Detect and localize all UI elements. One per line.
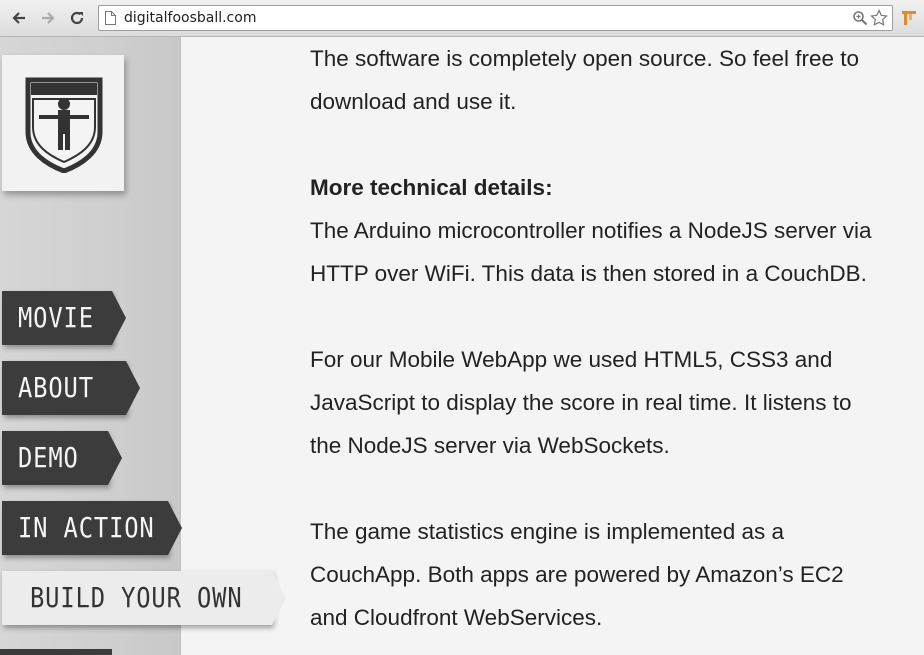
back-arrow-icon[interactable] [9,8,29,28]
extension-icon[interactable] [900,9,918,27]
nav-item-label: ABOUT [18,371,94,404]
nav-item-about[interactable]: ABOUT [2,361,140,415]
nav-item-movie[interactable]: MOVIE [2,291,126,345]
nav-item-label: IN ACTION [18,511,155,544]
nav-arrow-tip [112,291,126,345]
nav-item-label: DEMO [18,441,79,474]
paragraph-line: and Cloudfront WebServices. [310,605,603,630]
forward-arrow-icon[interactable] [38,8,58,28]
nav-item-build-your-own[interactable]: BUILD YOUR OWN [2,571,286,625]
paragraph-line: The software is completely open source. … [310,46,860,71]
paragraph-line: For our Mobile WebApp we used HTML5, CSS… [310,347,833,372]
sidebar: MOVIE ABOUT DEMO IN ACTION BUILD YOUR OW… [0,37,286,655]
nav-item-label: MOVIE [18,301,94,334]
zoom-icon[interactable] [852,10,868,26]
nav-item-label: BUILD YOUR OWN [30,581,243,614]
nav-item-demo[interactable]: DEMO [2,431,122,485]
nav-item-in-action[interactable]: IN ACTION [2,501,182,555]
reload-icon[interactable] [67,8,87,28]
nav-arrow-tip [272,571,286,625]
paragraph-line: CouchApp. Both apps are powered by Amazo… [310,562,844,587]
paragraph-line: JavaScript to display the score in real … [310,390,852,415]
paragraph-line: The Arduino microcontroller notifies a N… [310,218,872,243]
partial-nav-item[interactable] [0,649,112,655]
browser-toolbar: digitalfoosball.com [0,0,924,37]
paragraph-line: download and use it. [310,89,517,114]
paragraph-line: the NodeJS server via WebSockets. [310,433,670,458]
nav-arrow-tip [126,361,140,415]
site-logo[interactable] [2,55,124,191]
nav-arrow-tip [108,431,122,485]
address-bar[interactable]: digitalfoosball.com [98,5,893,31]
main-content: The software is completely open source. … [310,37,924,655]
paragraph-line: HTTP over WiFi. This data is then stored… [310,261,867,286]
page-icon [105,11,116,25]
section-heading: More technical details: [310,175,553,200]
url-text: digitalfoosball.com [124,10,257,26]
paragraph-line: The game statistics engine is implemente… [310,519,784,544]
foosball-shield-icon [25,77,103,173]
bookmark-star-icon[interactable] [870,9,888,27]
nav-arrow-tip [168,501,182,555]
